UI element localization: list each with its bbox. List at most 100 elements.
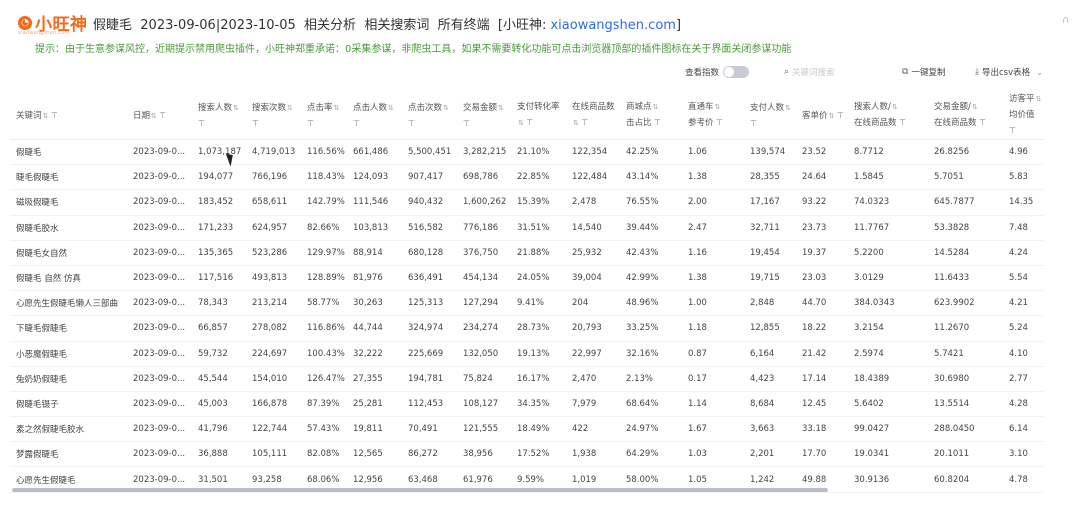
copy-label: 一键复制 [911, 68, 946, 78]
sort-icon[interactable]: ⇅ [388, 104, 394, 112]
table-cell: 14.5284 [928, 240, 1003, 266]
table-cell: 45,003 [192, 391, 246, 418]
sort-icon[interactable]: ⇅ [892, 103, 898, 111]
copy-button[interactable]: ⧉ 一键复制 [902, 66, 945, 78]
table-cell: 7.48 [1003, 215, 1044, 241]
table-row[interactable]: 心愿先生假睫毛懒人三部曲 2023-09-0... 78,343 213,214 58.… [10, 290, 1044, 317]
column-header[interactable]: 在线商品数⇅ ⊤ [566, 92, 620, 140]
table-cell: 18.49% [511, 416, 566, 443]
sort-icon[interactable]: ⇅ [972, 103, 978, 111]
filter-icon[interactable]: ⊤ [48, 111, 58, 120]
filter-icon[interactable]: ⊤ [1009, 126, 1016, 135]
filter-icon[interactable]: ⊤ [353, 119, 360, 128]
filter-icon[interactable]: ⊤ [897, 118, 906, 127]
sort-icon[interactable]: ⇅ [443, 104, 449, 112]
chevron-down-icon[interactable]: ⌄ [1036, 68, 1043, 77]
filter-icon[interactable]: ⊤ [307, 119, 314, 128]
column-header-label: 直通车 [688, 102, 714, 112]
table-row[interactable]: 素之然假睫毛胶水 2023-09-0... 41,796 122,744 57.43% 1… [10, 416, 1044, 443]
table-row[interactable]: 梦露假睫毛 2023-09-0... 36,888 105,111 82.08% 12,5… [10, 441, 1044, 468]
column-header[interactable]: 访客平⇅ 均价值 ⊤ [1003, 92, 1044, 140]
filter-icon[interactable]: ⊤ [408, 119, 415, 128]
table-cell: 22.85% [511, 164, 566, 191]
table-cell: 1.16 [682, 240, 744, 266]
table-cell: 194,781 [402, 366, 457, 392]
table-row[interactable]: 小恶魔假睫毛 2023-09-0... 59,732 224,697 100.43% 32… [10, 341, 1044, 367]
table-row[interactable]: 假睫毛胶水 2023-09-0... 171,233 624,957 82.66% 103… [10, 215, 1044, 241]
column-header[interactable]: 日期⇅ ⊤ [127, 92, 192, 140]
table-row[interactable]: 假睫毛 2023-09-0... 1,073,187 4,719,013 116.56%… [10, 139, 1044, 166]
filter-icon[interactable]: ⊤ [652, 118, 661, 127]
sort-icon[interactable]: ⇅ [498, 104, 504, 112]
headset-icon[interactable]: ∩ [1062, 15, 1072, 26]
column-header[interactable]: 商城点⇅ 击占比 ⊤ [620, 92, 682, 140]
view-index-toggle[interactable] [723, 66, 750, 78]
sort-icon[interactable]: ⇅ [1036, 95, 1042, 103]
table-cell: 680,128 [402, 240, 457, 266]
column-header[interactable]: 搜索次数⇅ ⊤ [246, 92, 301, 140]
column-header-label: 交易金额/ [934, 102, 971, 112]
table-cell: 20,793 [566, 315, 620, 342]
sort-icon[interactable]: ⇅ [653, 103, 659, 111]
table-row[interactable]: 睫毛假睫毛 2023-09-0... 194,077 766,196 118.43% 12… [10, 164, 1044, 191]
table-cell: 93.22 [796, 189, 848, 216]
table-cell: 19.37 [796, 240, 848, 266]
table-cell: 100.43% [301, 341, 347, 367]
table-cell: 127,294 [457, 290, 511, 317]
table-cell: 213,214 [246, 290, 301, 317]
table-row[interactable]: 下睫毛假睫毛 2023-09-0... 66,857 278,082 116.86% 44… [10, 315, 1044, 342]
notice-text: 提示：由于生意参谋风控，近期提示禁用爬虫插件，小旺神郑重承诺：0采集参谋，非爬虫… [35, 44, 792, 55]
filter-icon[interactable]: ⊤ [977, 118, 986, 127]
table-cell: 假睫毛 自然 仿真 [10, 265, 127, 292]
table-cell: 32.16% [620, 341, 682, 367]
filter-icon[interactable]: ⊤ [834, 111, 844, 120]
column-header[interactable]: 交易金额⇅ ⊤ [457, 92, 511, 140]
table-cell: 3,663 [744, 416, 796, 443]
horizontal-scrollbar[interactable] [12, 488, 828, 492]
filter-icon[interactable]: ⊤ [252, 119, 259, 128]
column-header[interactable]: 直通车⇅ 参考价 ⊤ [682, 92, 744, 140]
column-header[interactable]: 点击人数⇅ ⊤ [347, 92, 402, 140]
table-row[interactable]: 假睫毛镊子 2023-09-0... 45,003 166,878 87.39% 25,2… [10, 391, 1044, 418]
table-cell: 6.14 [1003, 416, 1044, 443]
filter-icon[interactable]: ⊤ [157, 111, 166, 120]
filter-icon[interactable]: ⊤ [524, 118, 533, 127]
column-header[interactable]: 点击次数⇅ ⊤ [402, 92, 457, 140]
table-row[interactable]: 磁吸假睫毛 2023-09-0... 183,452 658,611 142.79% 11… [10, 189, 1044, 216]
sort-icon[interactable]: ⇅ [785, 104, 791, 112]
table-cell: 224,697 [246, 341, 301, 367]
keyword-search[interactable]: ⌕ 关键词搜索 [784, 66, 835, 78]
column-header[interactable]: 点击率⇅ ⊤ [301, 92, 347, 140]
table-cell: 166,878 [246, 391, 301, 418]
column-header[interactable]: 支付人数⇅ ⊤ [744, 92, 796, 140]
table-cell: 3.0129 [848, 265, 928, 292]
sort-icon[interactable]: ⇅ [334, 104, 340, 112]
table-row[interactable]: 假睫毛 自然 仿真 2023-09-0... 117,516 493,813 128.8… [10, 265, 1044, 292]
column-header[interactable]: 客单价⇅ ⊤ [796, 92, 848, 140]
site-link[interactable]: xiaowangshen.com [550, 18, 675, 33]
download-icon: ⤓ [975, 67, 979, 77]
filter-icon[interactable]: ⊤ [714, 118, 723, 127]
logo-icon: ◔ [18, 15, 32, 30]
filter-icon[interactable]: ⊤ [579, 118, 588, 127]
column-header[interactable]: 交易金额/⇅ 在线商品数 ⊤ [928, 92, 1003, 140]
sort-icon[interactable]: ⇅ [233, 104, 239, 112]
table-cell: 睫毛假睫毛 [10, 164, 127, 191]
export-csv-button[interactable]: ⤓ 导出csv表格 ⌄ [975, 66, 1043, 78]
table-header-row: 关键词⇅ ⊤ 日期⇅ ⊤ 搜索人数⇅ ⊤ 搜索次数⇅ ⊤ 点击率⇅ ⊤ 点击人数⇅ ⊤ 点击… [10, 92, 1044, 140]
title-range: 2023-09-06|2023-10-05 [140, 18, 296, 33]
table-cell: 183,452 [192, 189, 246, 216]
table-cell: 28,355 [744, 164, 796, 191]
table-row[interactable]: 兔奶奶假睫毛 2023-09-0... 45,544 154,010 126.47% 27… [10, 366, 1044, 392]
filter-icon[interactable]: ⊤ [750, 119, 757, 128]
column-header[interactable]: 搜索人数/⇅ 在线商品数 ⊤ [848, 92, 928, 140]
table-cell: 兔奶奶假睫毛 [10, 366, 127, 392]
filter-icon[interactable]: ⊤ [198, 119, 205, 128]
column-header[interactable]: 搜索人数⇅ ⊤ [192, 92, 246, 140]
sort-icon[interactable]: ⇅ [287, 104, 293, 112]
table-row[interactable]: 假睫毛女自然 2023-09-0... 135,365 523,286 129.97% 8… [10, 240, 1044, 266]
sort-icon[interactable]: ⇅ [715, 103, 721, 111]
column-header[interactable]: 支付转化率⇅ ⊤ [511, 92, 566, 140]
filter-icon[interactable]: ⊤ [463, 119, 470, 128]
column-header[interactable]: 关键词⇅ ⊤ [10, 92, 127, 140]
